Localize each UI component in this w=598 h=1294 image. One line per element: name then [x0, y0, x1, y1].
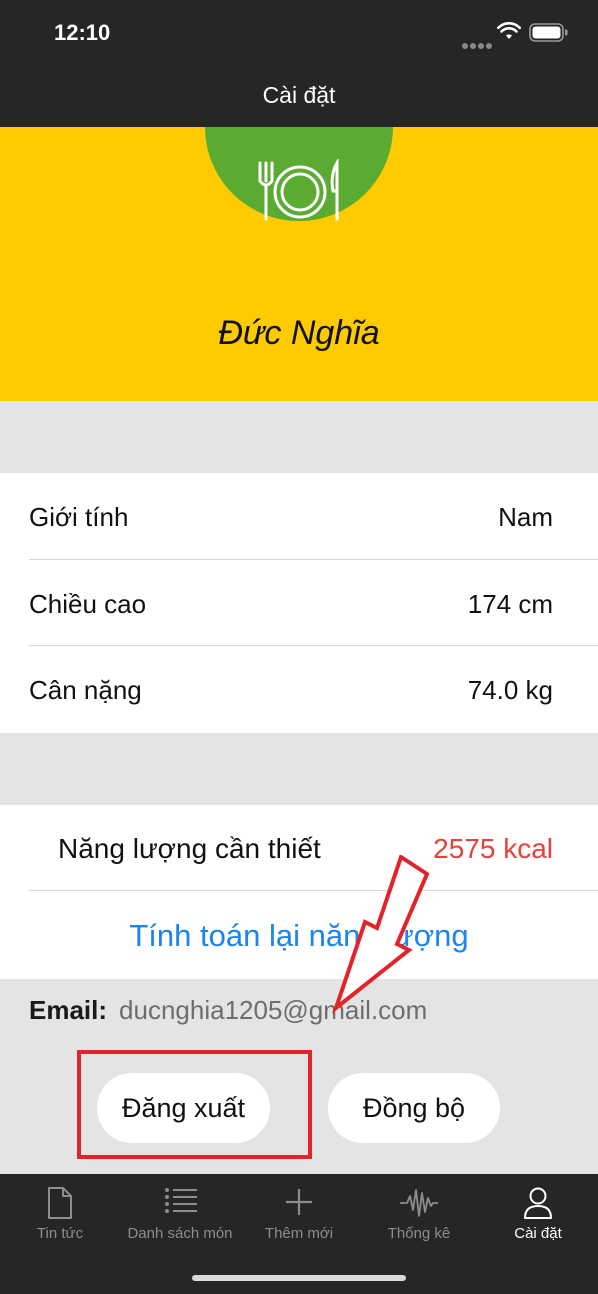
tab-statistics[interactable]: Thống kê — [359, 1174, 479, 1254]
tab-label: Cài đặt — [514, 1225, 562, 1242]
gender-row[interactable]: Giới tính Nam — [0, 473, 598, 559]
tab-label: Tin tức — [36, 1225, 84, 1242]
tab-settings[interactable]: Cài đặt — [478, 1174, 598, 1254]
email-label: Email: — [29, 995, 108, 1025]
recalculate-energy-button[interactable]: Tính toán lại năng lượng — [0, 918, 598, 954]
home-indicator[interactable] — [192, 1275, 406, 1281]
highlight-annotation — [77, 1050, 312, 1159]
tab-label: Thống kê — [387, 1225, 451, 1242]
tab-label: Danh sách món — [127, 1225, 233, 1242]
energy-value: 2575 kcal — [433, 833, 553, 864]
personal-info-list: Giới tính Nam Chiều cao 174 cm Cân nặng … — [0, 473, 598, 733]
tab-news[interactable]: Tin tức — [0, 1174, 120, 1254]
battery-icon — [529, 23, 568, 42]
tab-food-list[interactable]: Danh sách món — [120, 1174, 240, 1254]
energy-row: Năng lượng cần thiết 2575 kcal — [29, 805, 598, 891]
person-icon — [524, 1187, 552, 1219]
fork-plate-knife-icon — [258, 159, 339, 221]
navigation-bar: Cài đặt — [0, 66, 598, 127]
height-value: 174 cm — [467, 589, 553, 619]
height-row[interactable]: Chiều cao 174 cm — [29, 559, 598, 645]
document-icon — [48, 1187, 72, 1219]
status-time: 12:10 — [54, 20, 111, 45]
weight-row[interactable]: Cân nặng 74.0 kg — [29, 645, 598, 731]
page-title: Cài đặt — [262, 82, 336, 108]
height-label: Chiều cao — [29, 589, 147, 619]
status-bar: 12:10 — [0, 0, 598, 66]
gender-value: Nam — [498, 502, 553, 532]
tab-add-new[interactable]: Thêm mới — [239, 1174, 359, 1254]
energy-label: Năng lượng cần thiết — [58, 833, 321, 864]
plus-icon — [286, 1189, 312, 1215]
wifi-icon — [497, 22, 521, 39]
arrow-annotation — [331, 855, 430, 1014]
sync-button[interactable]: Đồng bộ — [328, 1073, 500, 1143]
profile-header: Đức Nghĩa — [0, 127, 598, 401]
waveform-icon — [400, 1189, 438, 1217]
tab-label: Thêm mới — [264, 1225, 334, 1242]
energy-section: Năng lượng cần thiết 2575 kcal Tính toán… — [0, 805, 598, 979]
profile-name: Đức Nghĩa — [218, 314, 380, 352]
gender-label: Giới tính — [29, 502, 129, 532]
weight-label: Cân nặng — [29, 675, 142, 705]
weight-value: 74.0 kg — [467, 675, 553, 705]
cellular-signal-icon — [462, 36, 494, 54]
list-icon — [165, 1188, 197, 1213]
